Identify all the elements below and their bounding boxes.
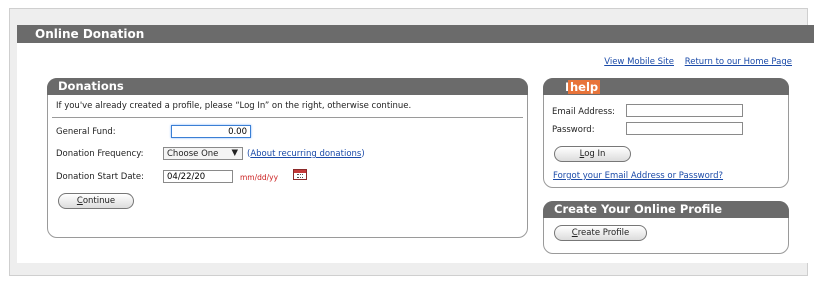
donations-header: Donations bbox=[47, 78, 528, 95]
password-field[interactable] bbox=[626, 122, 743, 135]
general-fund-input[interactable] bbox=[171, 125, 251, 138]
forgot-credentials-link[interactable]: Forgot your Email Address or Password? bbox=[553, 171, 723, 181]
recurring-donations-link[interactable]: (About recurring donations) bbox=[247, 149, 365, 159]
create-profile-header: Create Your Online Profile bbox=[543, 201, 789, 218]
donation-frequency-select[interactable]: Choose One ▼ bbox=[163, 147, 243, 160]
login-panel: Log Inhelp Email Address: Password: Log … bbox=[543, 78, 789, 188]
login-header: Log Inhelp bbox=[543, 78, 789, 108]
create-profile-heading: Create Your Online Profile bbox=[554, 202, 723, 216]
email-field[interactable] bbox=[626, 104, 743, 117]
donations-intro: If you've already created a profile, ple… bbox=[56, 101, 412, 111]
donations-panel: Donations If you've already created a pr… bbox=[47, 78, 528, 238]
create-profile-button[interactable]: Create Profile bbox=[554, 225, 647, 241]
dropdown-arrow-icon: ▼ bbox=[231, 148, 238, 158]
continue-label: ontinue bbox=[82, 196, 116, 206]
password-label: Password: bbox=[552, 125, 595, 135]
login-label: og In bbox=[584, 149, 606, 159]
home-page-link[interactable]: Return to our Home Page bbox=[685, 57, 792, 67]
create-profile-panel: Create Your Online Profile Create Profil… bbox=[543, 201, 789, 254]
calendar-icon[interactable] bbox=[293, 169, 307, 180]
donation-start-date-label: Donation Start Date: bbox=[56, 172, 144, 182]
general-fund-label: General Fund: bbox=[56, 127, 116, 137]
continue-button[interactable]: Continue bbox=[58, 193, 134, 209]
email-label: Email Address: bbox=[552, 107, 615, 117]
donation-frequency-value: Choose One bbox=[167, 149, 219, 159]
donation-start-date-input[interactable] bbox=[163, 170, 233, 183]
create-profile-label: reate Profile bbox=[577, 228, 630, 238]
recurring-donations-text: About recurring donations bbox=[250, 149, 362, 159]
donations-heading: Donations bbox=[58, 79, 124, 93]
donation-frequency-label: Donation Frequency: bbox=[56, 149, 144, 159]
view-mobile-site-link[interactable]: View Mobile Site bbox=[604, 57, 674, 67]
page-title-bar: Online Donation bbox=[17, 25, 814, 43]
login-button[interactable]: Log In bbox=[554, 146, 631, 162]
date-format-hint: mm/dd/yy bbox=[240, 173, 279, 182]
link-close-paren: ) bbox=[361, 149, 365, 159]
page-title: Online Donation bbox=[35, 27, 145, 41]
divider bbox=[52, 117, 523, 118]
help-icon[interactable]: help bbox=[568, 80, 601, 94]
top-links: View Mobile Site Return to our Home Page bbox=[596, 57, 792, 67]
